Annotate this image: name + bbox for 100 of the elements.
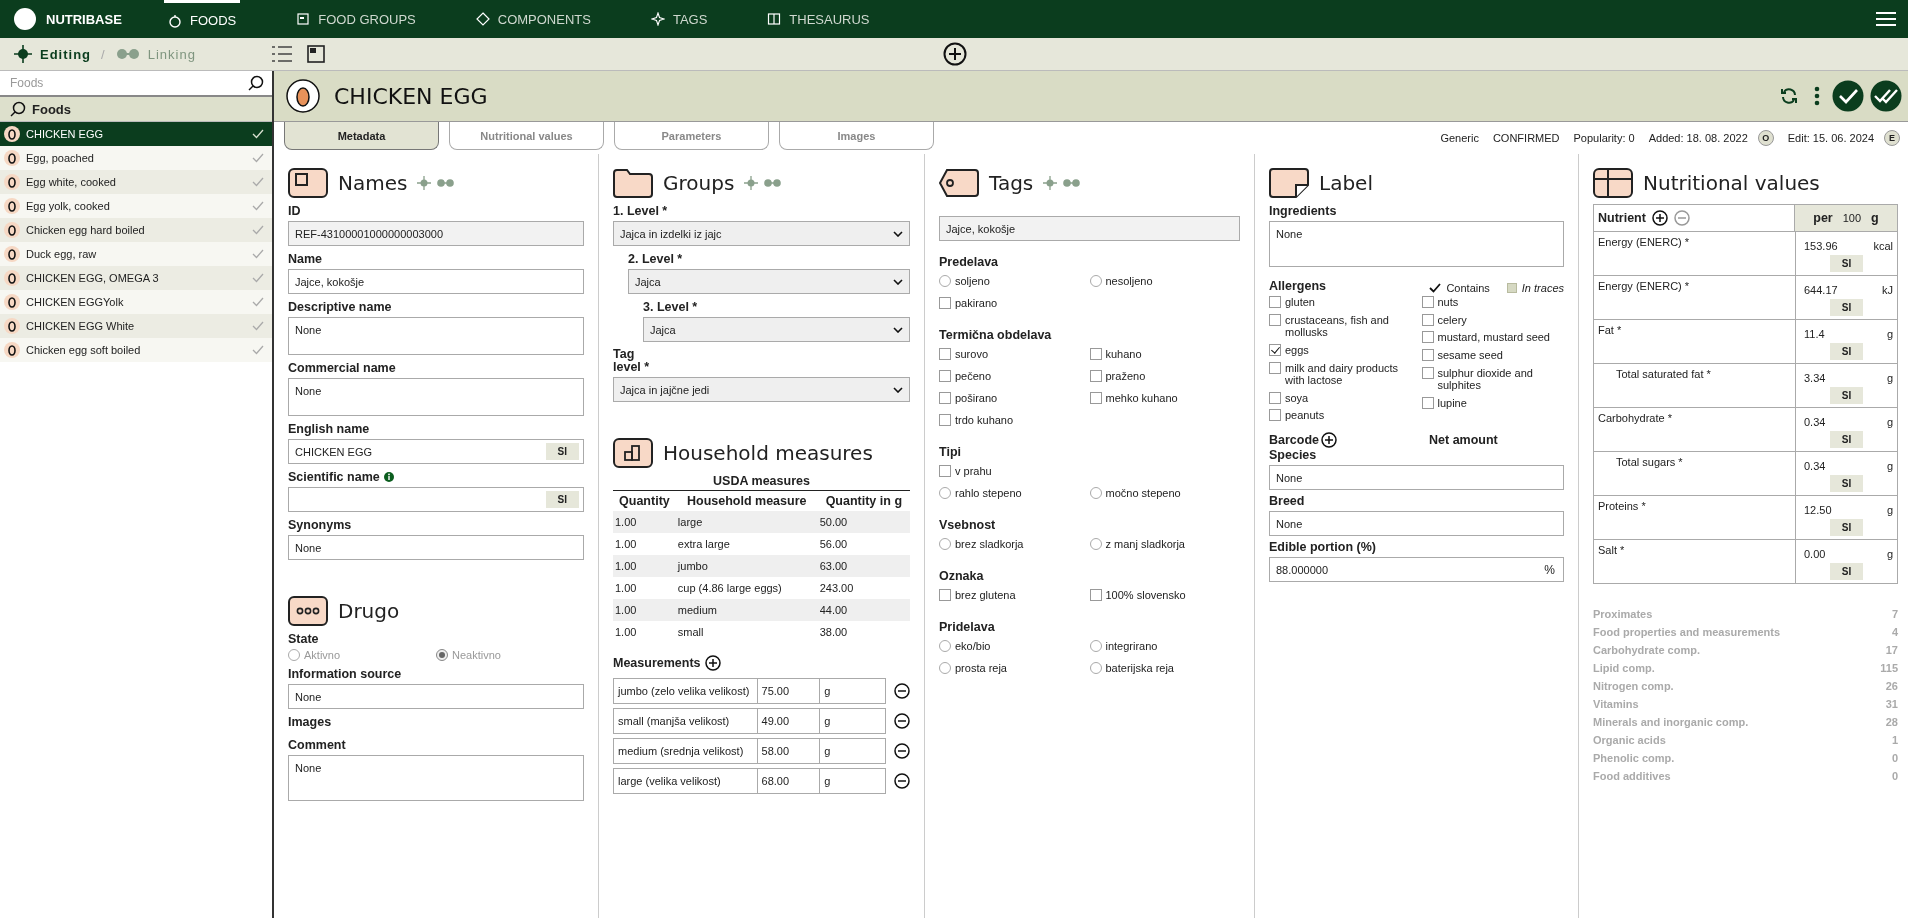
confirm-icon[interactable] <box>1832 80 1864 112</box>
dropdown[interactable]: Jajca <box>628 269 910 294</box>
remove-icon[interactable] <box>894 713 910 730</box>
food-list-item[interactable]: Chicken egg hard boiled <box>0 218 272 242</box>
text-field[interactable]: Jajce, kokošje <box>939 216 1240 241</box>
tab[interactable]: Images <box>779 122 934 150</box>
nav-tab[interactable]: COMPONENTS <box>471 0 595 38</box>
measure-name-field[interactable]: small (manjša velikost) <box>613 708 758 735</box>
checkbox-option[interactable]: milk and dairy products with lactose <box>1269 361 1412 387</box>
remove-icon[interactable] <box>894 773 910 790</box>
tab[interactable]: Parameters <box>614 122 769 150</box>
tab[interactable]: Metadata <box>284 122 439 150</box>
double-check-icon[interactable] <box>1870 80 1902 112</box>
add-icon[interactable] <box>943 42 967 66</box>
checkbox-option[interactable]: lupine <box>1421 396 1564 410</box>
dropdown[interactable]: Jajca in izdelki iz jajc <box>613 221 910 246</box>
add-icon[interactable] <box>1321 432 1338 449</box>
checkbox-option[interactable]: surovo <box>939 348 1090 360</box>
text-field[interactable]: REF-43100001000000003000 <box>288 221 584 246</box>
checkbox-option[interactable]: mehko kuhano <box>1089 392 1240 404</box>
food-list-item[interactable]: CHICKEN EGGYolk <box>0 290 272 314</box>
checkbox-option[interactable]: mustard, mustard seed <box>1421 331 1564 344</box>
food-list-item[interactable]: CHICKEN EGG White <box>0 314 272 338</box>
unit-field[interactable]: g <box>819 678 886 705</box>
radio-option[interactable]: z manj sladkorja <box>1089 538 1240 550</box>
tab[interactable]: Nutritional values <box>449 122 604 150</box>
food-list-item[interactable]: Chicken egg soft boiled <box>0 338 272 362</box>
language-button[interactable]: SI <box>545 443 579 460</box>
radio-option[interactable]: brez sladkorja <box>939 538 1090 550</box>
checkbox-option[interactable]: celery <box>1421 313 1564 327</box>
checkbox-option[interactable]: sulphur dioxide and sulphites <box>1421 366 1564 392</box>
radio-option[interactable]: eko/bio <box>939 640 1090 652</box>
text-field[interactable]: None <box>288 684 584 709</box>
checkbox-option[interactable]: pečeno <box>939 370 1090 382</box>
info-icon[interactable] <box>383 472 394 482</box>
checkbox-option[interactable]: crustaceans, fish and mollusks <box>1269 313 1412 339</box>
language-button[interactable]: SI <box>1829 475 1864 492</box>
checkbox-option[interactable]: soya <box>1269 391 1412 405</box>
radio-option[interactable]: močno stepeno <box>1089 487 1240 499</box>
add-icon[interactable] <box>704 655 721 672</box>
checkbox-option[interactable]: praženo <box>1089 370 1240 382</box>
language-button[interactable]: SI <box>1829 431 1864 448</box>
checkbox-option[interactable]: eggs <box>1269 343 1412 357</box>
text-field[interactable]: None <box>288 378 584 416</box>
measure-name-field[interactable]: large (velika velikost) <box>613 768 758 795</box>
radio-option[interactable]: baterijska reja <box>1089 662 1240 674</box>
language-button[interactable]: SI <box>545 491 579 508</box>
radio-option[interactable]: prosta reja <box>939 662 1090 674</box>
language-button[interactable]: SI <box>1829 299 1864 316</box>
unit-field[interactable]: g <box>819 768 886 795</box>
checkbox-option[interactable]: gluten <box>1269 296 1412 309</box>
text-field[interactable]: None <box>288 755 584 801</box>
unit-field[interactable]: g <box>819 708 886 735</box>
nav-tab[interactable]: FOOD GROUPS <box>292 0 420 38</box>
add-icon[interactable] <box>1651 210 1668 226</box>
checkbox-option[interactable]: poširano <box>939 392 1090 404</box>
more-options-icon[interactable] <box>1814 86 1820 106</box>
language-button[interactable]: SI <box>1829 519 1864 536</box>
radio-option[interactable]: integrirano <box>1089 640 1240 652</box>
amount-field[interactable]: 58.00 <box>756 738 821 765</box>
amount-field[interactable]: 75.00 <box>756 678 821 705</box>
nav-tab[interactable]: THESAURUS <box>763 0 874 38</box>
mode-toggle[interactable]: Editing <box>14 45 92 63</box>
food-list-item[interactable]: Egg yolk, cooked <box>0 194 272 218</box>
language-button[interactable]: SI <box>1829 255 1864 272</box>
food-list-item[interactable]: Duck egg, raw <box>0 242 272 266</box>
checkbox-option[interactable]: v prahu <box>939 465 1090 477</box>
menu-icon[interactable] <box>1876 11 1896 27</box>
unit-field[interactable]: g <box>819 738 886 765</box>
radio-option[interactable]: nesoljeno <box>1089 275 1240 287</box>
language-button[interactable]: SI <box>1829 343 1864 360</box>
search-field[interactable]: Foods <box>8 75 248 91</box>
radio-option[interactable]: rahlo stepeno <box>939 487 1090 499</box>
checkbox-option[interactable]: 100% slovensko <box>1089 589 1240 601</box>
remove-icon[interactable] <box>894 683 910 700</box>
measure-name-field[interactable]: medium (srednja velikost) <box>613 738 758 765</box>
text-field[interactable]: 88.000000 % <box>1269 557 1564 583</box>
text-field[interactable]: None <box>288 535 584 560</box>
amount-field[interactable]: 68.00 <box>756 768 821 795</box>
checkbox-option[interactable]: peanuts <box>1269 409 1412 423</box>
checkbox-option[interactable]: trdo kuhano <box>939 414 1090 426</box>
list-view-icon[interactable] <box>272 45 292 63</box>
checkbox-option[interactable]: brez glutena <box>939 589 1090 601</box>
text-field[interactable]: CHICKEN EGG SI <box>288 439 584 464</box>
text-field[interactable]: None <box>1269 221 1564 267</box>
text-field[interactable]: None <box>1269 465 1564 491</box>
text-field[interactable]: Jajce, kokošje <box>288 269 584 294</box>
dropdown[interactable]: Jajca <box>643 317 910 342</box>
food-list-item[interactable]: CHICKEN EGG <box>0 122 272 146</box>
language-button[interactable]: SI <box>1829 563 1864 580</box>
text-field[interactable]: SI <box>288 487 584 512</box>
radio-option[interactable]: soljeno <box>939 275 1090 287</box>
text-field[interactable]: None <box>1269 511 1564 537</box>
remove-icon[interactable] <box>894 743 910 760</box>
language-button[interactable]: SI <box>1829 387 1864 404</box>
food-list-item[interactable]: CHICKEN EGG, OMEGA 3 <box>0 266 272 290</box>
search-icon[interactable] <box>248 75 264 91</box>
checkbox-option[interactable]: sesame seed <box>1421 348 1564 362</box>
measure-name-field[interactable]: jumbo (zelo velika velikost) <box>613 678 758 705</box>
checkbox-option[interactable]: kuhano <box>1089 348 1240 360</box>
